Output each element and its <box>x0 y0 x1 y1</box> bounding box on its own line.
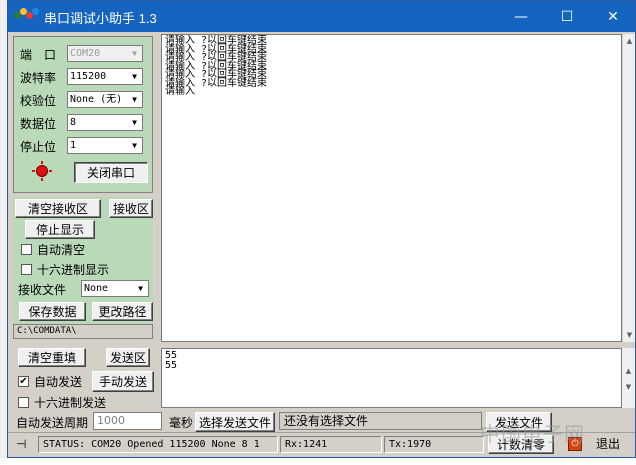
send-scrollbar[interactable]: ▲ ▼ <box>622 348 635 408</box>
receive-textarea[interactable]: 请输入 ?以回车键结束 请输入 ?以回车键结束 请输入 ?以回车键结束 请输入 … <box>161 34 622 342</box>
hex-display-label: 十六进制显示 <box>37 263 110 277</box>
milliseconds-label: 毫秒 <box>169 416 194 430</box>
port-config-panel: 端 口 COM20 ▼ 波特率 115200 ▼ 校验位 None (无) ▼ … <box>13 36 153 193</box>
chevron-down-icon: ▼ <box>132 49 137 58</box>
receive-file-select[interactable]: None ▼ <box>81 280 149 297</box>
receive-area-button[interactable]: 接收区 <box>109 199 153 218</box>
scroll-down-icon[interactable]: ▼ <box>623 328 636 342</box>
app-window: 串口调试小助手 1.3 — ☐ ✕ 端 口 COM20 ▼ 波特率 115200… <box>7 0 636 458</box>
scroll-up-icon[interactable]: ▲ <box>623 34 636 48</box>
receive-line: 请输入 <box>165 86 195 97</box>
stopbits-select[interactable]: 1 ▼ <box>67 137 143 154</box>
scroll-up-icon[interactable]: ▲ <box>622 364 635 378</box>
file-status-text: 还没有选择文件 <box>279 412 482 430</box>
exit-button[interactable]: 退出 <box>586 435 626 454</box>
window-title: 串口调试小助手 1.3 <box>44 11 157 26</box>
client-area: 端 口 COM20 ▼ 波特率 115200 ▼ 校验位 None (无) ▼ … <box>8 32 635 457</box>
parity-label: 校验位 <box>20 94 57 108</box>
minimize-icon: — <box>514 8 528 25</box>
receive-file-label: 接收文件 <box>18 283 67 297</box>
databits-label: 数据位 <box>20 117 57 131</box>
baud-select-value: 115200 <box>70 71 107 82</box>
hex-send-label: 十六进制发送 <box>34 396 107 410</box>
receive-line: 请输入 ?以回车键结束 <box>165 77 268 89</box>
hex-send-checkbox[interactable] <box>18 397 29 408</box>
maximize-icon: ☐ <box>560 8 574 25</box>
hex-display-checkbox[interactable] <box>21 264 32 275</box>
watermark: 中国电子网 <box>480 422 585 446</box>
background-window-edge <box>0 458 636 465</box>
close-port-button[interactable]: 关闭串口 <box>74 162 148 183</box>
send-textarea[interactable]: 55 55 <box>161 348 622 408</box>
databits-select-value: 8 <box>70 117 77 128</box>
stopbits-select-value: 1 <box>70 140 77 151</box>
auto-send-checkbox[interactable]: ✔ <box>18 376 29 387</box>
databits-select[interactable]: 8 ▼ <box>67 114 143 131</box>
chevron-down-icon: ▼ <box>132 118 137 127</box>
chevron-down-icon: ▼ <box>132 72 137 81</box>
auto-clear-checkbox[interactable] <box>21 244 32 255</box>
auto-send-period-input[interactable]: 1000 <box>93 412 162 430</box>
parity-select-value: None (无) <box>70 94 123 105</box>
port-select[interactable]: COM20 ▼ <box>67 45 143 62</box>
baud-label: 波特率 <box>20 71 57 85</box>
chevron-down-icon: ▼ <box>132 95 137 104</box>
receive-options-panel: 清空接收区 接收区 停止显示 自动清空 十六进制显示 接收文件 None ▼ 保… <box>13 197 153 325</box>
stopbits-label: 停止位 <box>20 140 57 154</box>
title-bar: 串口调试小助手 1.3 — ☐ ✕ <box>8 1 635 32</box>
maximize-button[interactable]: ☐ <box>544 1 590 32</box>
auto-send-period-label: 自动发送周期 <box>16 416 89 430</box>
clear-receive-button[interactable]: 清空接收区 <box>15 199 101 218</box>
change-path-button[interactable]: 更改路径 <box>92 302 153 321</box>
auto-clear-label: 自动清空 <box>37 243 86 257</box>
close-icon: ✕ <box>607 8 619 25</box>
minimize-button[interactable]: — <box>498 1 544 32</box>
chevron-down-icon: ▼ <box>132 141 137 150</box>
port-status-light-icon <box>32 161 52 181</box>
port-label: 端 口 <box>20 48 57 62</box>
send-line: 55 <box>165 360 178 371</box>
receive-file-value: None <box>84 283 109 294</box>
clear-send-button[interactable]: 清空重填 <box>18 348 86 367</box>
tx-counter: Tx:1970 <box>384 436 484 453</box>
choose-send-file-button[interactable]: 选择发送文件 <box>195 412 275 432</box>
save-data-button[interactable]: 保存数据 <box>19 302 86 321</box>
scroll-down-icon[interactable]: ▼ <box>622 380 635 394</box>
connection-status: STATUS: COM20 Opened 115200 None 8 1 <box>38 436 278 453</box>
rx-counter: Rx:1241 <box>280 436 382 453</box>
serial-port-app-icon <box>14 8 40 24</box>
stop-display-button[interactable]: 停止显示 <box>25 220 95 239</box>
receive-scrollbar[interactable]: ▲ ▼ <box>622 34 635 342</box>
save-path-display: C:\COMDATA\ <box>13 324 153 339</box>
chevron-down-icon: ▼ <box>138 284 143 293</box>
auto-send-label: 自动发送 <box>34 375 83 389</box>
baud-select[interactable]: 115200 ▼ <box>67 68 143 85</box>
parity-select[interactable]: None (无) ▼ <box>67 91 143 108</box>
close-button[interactable]: ✕ <box>590 1 636 32</box>
pin-icon[interactable]: ⊣ <box>16 436 36 453</box>
send-line: 55 <box>165 350 178 361</box>
send-area-button[interactable]: 发送区 <box>106 348 150 367</box>
checkmark-icon: ✔ <box>19 375 28 387</box>
port-select-value: COM20 <box>70 48 101 59</box>
manual-send-button[interactable]: 手动发送 <box>92 371 154 392</box>
